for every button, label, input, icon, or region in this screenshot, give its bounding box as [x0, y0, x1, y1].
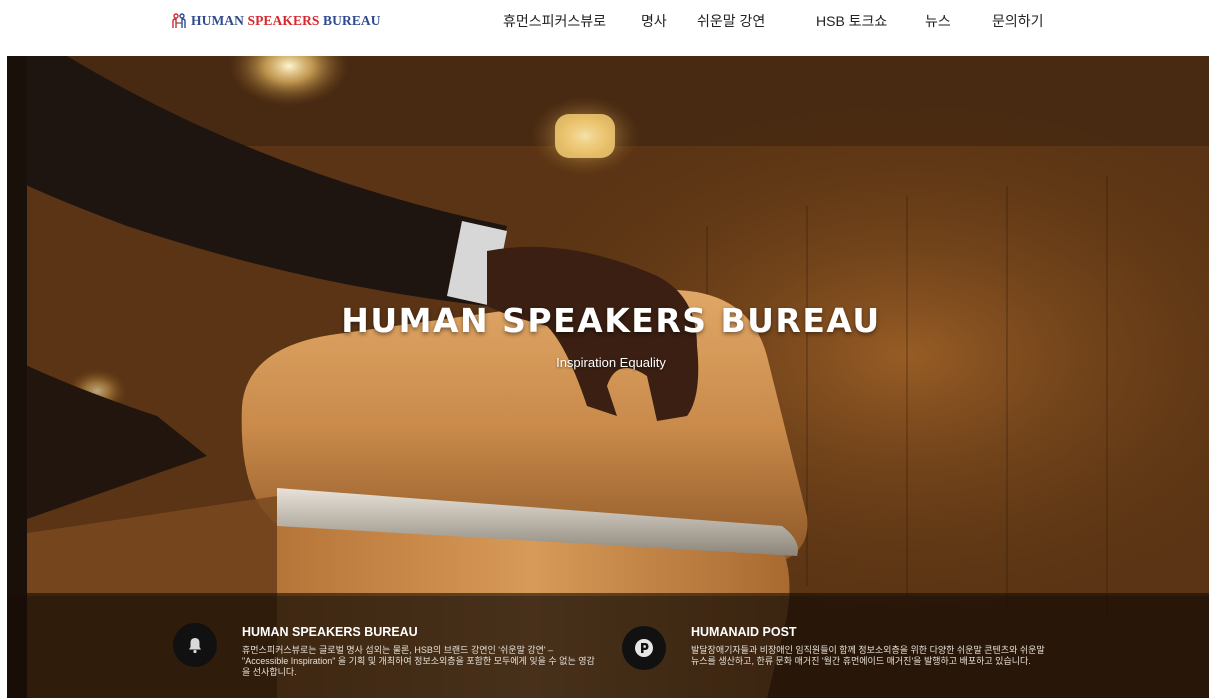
hero-title: HUMAN SPEAKERS BUREAU	[341, 301, 881, 340]
info-band: HUMAN SPEAKERS BUREAU 휴먼스피커스뷰로는 글로벌 명사 섭…	[7, 593, 1209, 698]
nav-item-about[interactable]: 휴먼스피커스뷰로	[503, 10, 606, 32]
p-circle-icon	[622, 626, 666, 670]
info-text-hsb: 휴먼스피커스뷰로는 글로벌 명사 섭외는 물론, HSB의 브랜드 강연인 '쉬…	[242, 645, 595, 677]
nav-item-speakers[interactable]: 명사	[641, 10, 667, 32]
info-text-humanaid: 발달장애기자들과 비장애인 임직원들이 함께 정보소외층을 위한 다양한 쉬운말…	[691, 645, 1045, 666]
site-header: HUMAN SPEAKERS BUREAU 휴먼스피커스뷰로 명사 쉬운말 강연…	[0, 0, 1209, 56]
hero-subtitle: Inspiration Equality	[556, 355, 666, 370]
logo-mark-icon	[172, 13, 186, 28]
info-title-humanaid: HUMANAID POST	[691, 625, 797, 639]
nav-item-news[interactable]: 뉴스	[925, 10, 951, 32]
nav-item-talkshow[interactable]: HSB 토크쇼	[816, 10, 887, 32]
info-title-hsb: HUMAN SPEAKERS BUREAU	[242, 625, 418, 639]
site-logo[interactable]: HUMAN SPEAKERS BUREAU	[172, 10, 381, 32]
nav-item-contact[interactable]: 문의하기	[992, 10, 1044, 32]
nav-item-easy-lectures[interactable]: 쉬운말 강연	[697, 10, 765, 32]
bell-icon	[173, 623, 217, 667]
logo-text: HUMAN SPEAKERS BUREAU	[191, 13, 381, 28]
